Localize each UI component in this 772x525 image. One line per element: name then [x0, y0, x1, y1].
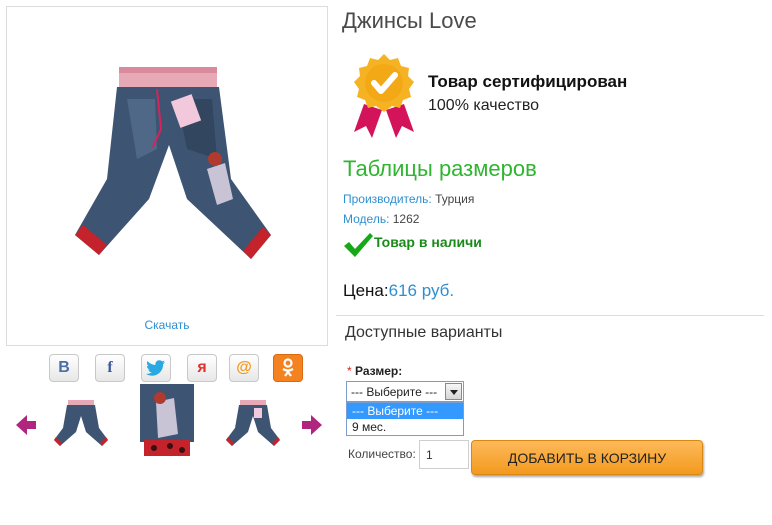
thumbnail-carousel: [10, 384, 330, 460]
twitter-icon[interactable]: [141, 354, 171, 382]
quantity-label: Количество:: [348, 447, 416, 461]
next-arrow-icon[interactable]: [300, 414, 324, 436]
odnoklassniki-ya-icon[interactable]: я: [187, 354, 217, 382]
add-to-cart-label: ДОБАВИТЬ В КОРЗИНУ: [507, 449, 667, 466]
size-label-text: Размер:: [355, 364, 403, 378]
size-label: * Размер:: [347, 364, 402, 378]
vk-icon[interactable]: B: [49, 354, 79, 382]
size-select-value: --- Выберите ---: [351, 385, 438, 399]
vk-glyph: B: [58, 359, 70, 376]
mail-glyph: @: [236, 359, 252, 376]
main-product-image[interactable]: [57, 59, 277, 289]
product-title: Джинсы Love: [342, 8, 477, 33]
size-select[interactable]: --- Выберите ---: [346, 381, 464, 402]
ok-figure-icon: [282, 358, 294, 377]
manufacturer-value: Турция: [435, 192, 475, 206]
stock-status: Товар в наличи: [374, 234, 482, 250]
share-buttons: B f я @: [46, 354, 306, 384]
price: Цена:616 руб.: [343, 281, 454, 301]
quantity-input[interactable]: 1: [419, 440, 469, 469]
model-value: 1262: [392, 212, 420, 226]
model-label[interactable]: Модель:: [343, 212, 389, 226]
ok-icon[interactable]: [273, 354, 303, 382]
certificate-title: Товар сертифицирован: [428, 72, 628, 91]
facebook-glyph: f: [107, 359, 113, 376]
twitter-bird-icon: [146, 360, 165, 376]
size-option[interactable]: --- Выберите ---: [347, 403, 463, 419]
price-label: Цена:: [343, 281, 389, 300]
divider: [336, 315, 764, 316]
ya-glyph: я: [197, 359, 207, 376]
required-mark: *: [347, 364, 352, 378]
thumbnail-3[interactable]: [224, 398, 282, 448]
manufacturer-label[interactable]: Производитель:: [343, 192, 432, 206]
model-line: Модель: 1262: [343, 212, 419, 226]
facebook-icon[interactable]: f: [95, 354, 125, 382]
size-option[interactable]: 9 мес.: [347, 419, 463, 435]
in-stock-check-icon: [344, 233, 373, 257]
main-image-box: Скачать: [6, 6, 328, 346]
chevron-down-icon[interactable]: [445, 383, 462, 400]
prev-arrow-icon[interactable]: [14, 414, 38, 436]
certificate-subtitle: 100% качество: [428, 97, 540, 114]
download-link[interactable]: Скачать: [7, 318, 327, 332]
size-tables-link[interactable]: Таблицы размеров: [343, 156, 537, 182]
add-to-cart-button[interactable]: ДОБАВИТЬ В КОРЗИНУ: [471, 440, 703, 475]
certificate-badge-icon: [354, 54, 414, 138]
thumbnail-1[interactable]: [52, 398, 110, 448]
mail-icon[interactable]: @: [229, 354, 259, 382]
variants-title: Доступные варианты: [345, 324, 503, 341]
manufacturer-line: Производитель: Турция: [343, 192, 474, 206]
price-value: 616 руб.: [388, 281, 455, 300]
size-dropdown-list: --- Выберите --- 9 мес.: [346, 402, 464, 436]
thumbnail-2[interactable]: [138, 384, 196, 458]
